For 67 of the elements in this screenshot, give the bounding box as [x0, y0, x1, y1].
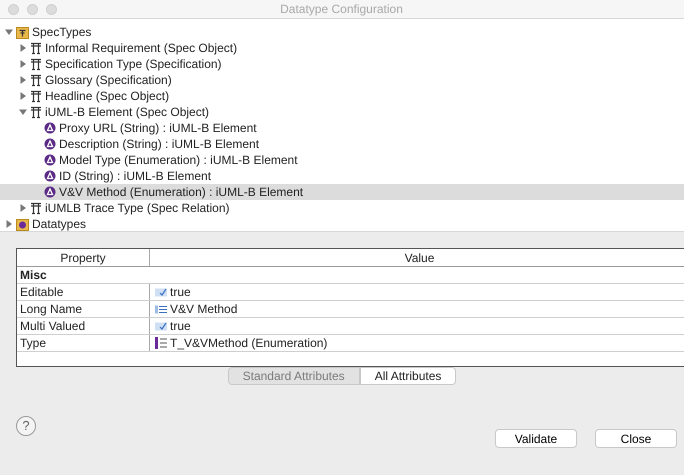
expand-icon[interactable]: [18, 204, 26, 212]
category-label: Misc: [20, 268, 47, 282]
expand-icon[interactable]: [18, 44, 26, 52]
attribute-icon: [44, 138, 56, 150]
tree-item[interactable]: V&V Method (Enumeration) : iUML-B Element: [0, 184, 684, 200]
collapse-icon[interactable]: [18, 108, 26, 116]
table-cell: T_V&VMethod (Enumeration): [170, 336, 328, 350]
expand-icon[interactable]: [4, 220, 12, 228]
table-cell: true: [170, 319, 191, 333]
type-icon: [30, 74, 42, 86]
attribute-icon: [44, 170, 56, 182]
text-icon: [155, 304, 167, 314]
tree-item[interactable]: Proxy URL (String) : iUML-B Element: [0, 120, 684, 136]
tree-item[interactable]: ID (String) : iUML-B Element: [0, 168, 684, 184]
window-title: Datatype Configuration: [279, 2, 404, 16]
table-cell: Multi Valued: [17, 318, 150, 334]
enumeration-icon: [155, 337, 167, 349]
tree-item-label: iUML-B Element (Spec Object): [45, 105, 210, 119]
column-header[interactable]: Value: [150, 249, 684, 266]
table-cell: true: [170, 285, 191, 299]
tree-item[interactable]: iUMLB Trace Type (Spec Relation): [0, 200, 684, 216]
tree-item-label: V&V Method (Enumeration) : iUML-B Element: [59, 185, 304, 199]
table-cell: Type: [17, 335, 150, 351]
type-icon: [30, 42, 42, 54]
tree-item-label: Datatypes: [32, 217, 86, 231]
boolean-icon: [155, 288, 167, 296]
folder-icon: [16, 218, 29, 230]
tab[interactable]: All Attributes: [360, 367, 456, 385]
boolean-icon: [155, 322, 167, 330]
type-icon: [30, 58, 42, 70]
tree-item[interactable]: Datatypes: [0, 216, 684, 232]
tree-item[interactable]: Headline (Spec Object): [0, 88, 684, 104]
folder-icon: [16, 26, 29, 38]
collapse-icon[interactable]: [4, 28, 12, 36]
tree-item[interactable]: Specification Type (Specification): [0, 56, 684, 72]
tree-item-label: Glossary (Specification): [45, 73, 172, 87]
type-icon: [30, 106, 42, 118]
tree-item[interactable]: iUML-B Element (Spec Object): [0, 104, 684, 120]
tree-item-label: Proxy URL (String) : iUML-B Element: [59, 121, 257, 135]
column-header[interactable]: Property: [17, 249, 150, 266]
tree-item-label: Description (String) : iUML-B Element: [59, 137, 260, 151]
help-button[interactable]: ?: [16, 416, 36, 436]
tree-item[interactable]: Description (String) : iUML-B Element: [0, 136, 684, 152]
tree-item[interactable]: Model Type (Enumeration) : iUML-B Element: [0, 152, 684, 168]
table-cell: V&V Method: [170, 302, 238, 316]
type-icon: [30, 202, 42, 214]
attribute-icon: [44, 186, 56, 198]
tree-item-label: iUMLB Trace Type (Spec Relation): [45, 201, 230, 215]
tree-item-label: Headline (Spec Object): [45, 89, 170, 103]
tree-item[interactable]: Informal Requirement (Spec Object): [0, 40, 684, 56]
expand-icon[interactable]: [18, 60, 26, 68]
tree-item-label: SpecTypes: [32, 25, 92, 39]
type-icon: [30, 90, 42, 102]
tree-item-label: Model Type (Enumeration) : iUML-B Element: [59, 153, 298, 167]
table-cell: Long Name: [17, 301, 150, 317]
tree-item-label: Specification Type (Specification): [45, 57, 222, 71]
table-cell: Editable: [17, 284, 150, 300]
dialog-button[interactable]: Validate: [495, 429, 577, 448]
expand-icon[interactable]: [18, 92, 26, 100]
tree-item[interactable]: SpecTypes: [0, 24, 684, 40]
attribute-icon: [44, 154, 56, 166]
tree-item[interactable]: Glossary (Specification): [0, 72, 684, 88]
dialog-button[interactable]: Close: [595, 429, 677, 448]
tree-item-label: ID (String) : iUML-B Element: [59, 169, 212, 183]
expand-icon[interactable]: [18, 76, 26, 84]
attribute-icon: [44, 122, 56, 134]
tree-item-label: Informal Requirement (Spec Object): [45, 41, 238, 55]
